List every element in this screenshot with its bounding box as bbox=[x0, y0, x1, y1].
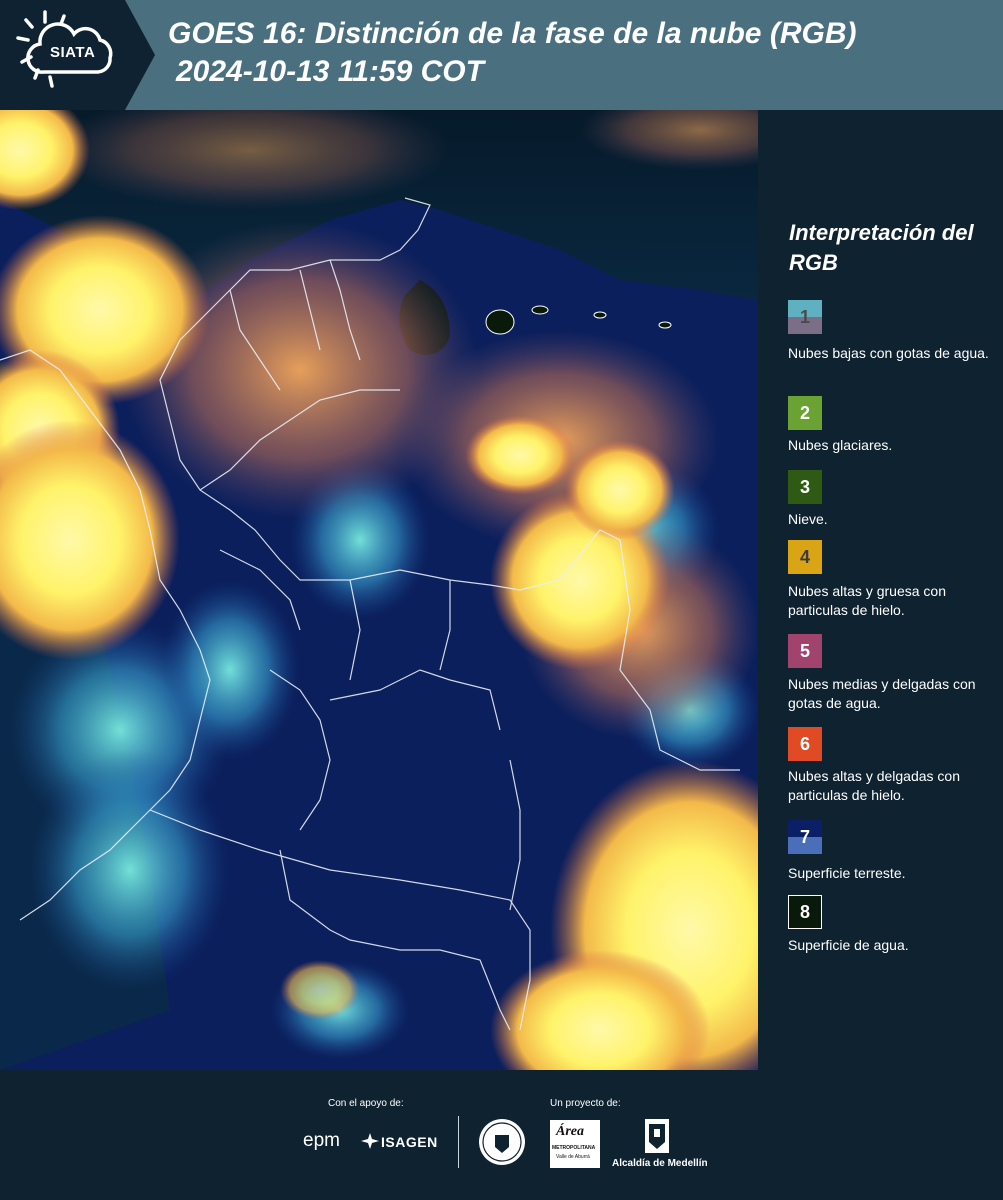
legend-swatch-number: 3 bbox=[799, 476, 810, 497]
satellite-map-image[interactable] bbox=[0, 110, 758, 1070]
legend-title: Interpretación del RGB bbox=[789, 220, 974, 275]
legend-swatch-number: 4 bbox=[799, 546, 810, 567]
area-logo-sub: METROPOLITANA bbox=[552, 1145, 596, 1151]
legend-swatch-number: 8 bbox=[799, 901, 810, 922]
seal-emblem-icon[interactable] bbox=[477, 1117, 527, 1167]
legend-label-1: Nubes bajas con gotas de agua. bbox=[788, 345, 989, 361]
isagen-star-icon bbox=[361, 1133, 379, 1149]
isagen-logo[interactable]: ISAGEN bbox=[381, 1134, 438, 1150]
page-root: SIATA GOES 16: Distinción de la fase de … bbox=[0, 0, 1003, 1200]
legend-swatch-4: 4 bbox=[788, 540, 822, 574]
support-label: Con el apoyo de: bbox=[328, 1098, 404, 1109]
page-title: GOES 16: Distinción de la fase de la nub… bbox=[168, 17, 857, 50]
legend-swatch-5: 5 bbox=[788, 634, 822, 668]
legend-swatch-2: 2 bbox=[788, 396, 822, 430]
footer: Con el apoyo de: Un proyecto de: epm ISA… bbox=[0, 1070, 1003, 1200]
header-bar: SIATA GOES 16: Distinción de la fase de … bbox=[0, 0, 1003, 110]
legend-swatch-6: 6 bbox=[788, 727, 822, 761]
legend-swatch-number: 6 bbox=[799, 733, 810, 754]
alcaldia-label[interactable]: Alcaldía de Medellín bbox=[612, 1158, 708, 1169]
legend-panel: Interpretación del RGB 1 Nubes bajas con… bbox=[760, 110, 1003, 1070]
epm-logo[interactable]: epm bbox=[303, 1130, 340, 1152]
project-label: Un proyecto de: bbox=[550, 1098, 621, 1109]
legend-swatch-7: 7 bbox=[788, 820, 822, 854]
legend-label-2: Nubes glaciares. bbox=[788, 437, 893, 453]
legend-swatch-number: 2 bbox=[799, 402, 810, 423]
satellite-image-rendering bbox=[0, 110, 758, 1070]
area-logo-sub2: Valle de Aburrá bbox=[556, 1154, 590, 1160]
page-subtitle-datetime: 2024-10-13 11:59 COT bbox=[176, 55, 484, 88]
area-logo-title: Área bbox=[556, 1124, 584, 1139]
legend-label-4: Nubes altas y gruesa con particulas de h… bbox=[788, 583, 946, 618]
legend-label-7: Superficie terreste. bbox=[788, 865, 906, 881]
legend-label-3: Nieve. bbox=[788, 511, 828, 527]
legend-label-6: Nubes altas y delgadas con particulas de… bbox=[788, 768, 960, 803]
legend-label-8: Superficie de agua. bbox=[788, 937, 909, 953]
alcaldia-shield-icon bbox=[645, 1119, 669, 1153]
legend-swatch-1: 1 bbox=[788, 300, 822, 334]
siata-logo-text: SIATA bbox=[50, 44, 96, 61]
logo-chevron bbox=[125, 0, 155, 110]
legend-swatch-8: 8 bbox=[788, 895, 822, 929]
legend-label-5: Nubes medias y delgadas con gotas de agu… bbox=[788, 676, 976, 711]
area-metropolitana-logo[interactable]: Área METROPOLITANA Valle de Aburrá bbox=[550, 1120, 600, 1168]
footer-divider bbox=[458, 1116, 459, 1168]
siata-logo[interactable]: SIATA bbox=[0, 0, 125, 110]
legend-swatch-number: 1 bbox=[799, 306, 810, 327]
legend-swatch-3: 3 bbox=[788, 470, 822, 504]
legend-swatch-number: 5 bbox=[799, 640, 810, 661]
legend-swatch-number: 7 bbox=[799, 826, 810, 847]
